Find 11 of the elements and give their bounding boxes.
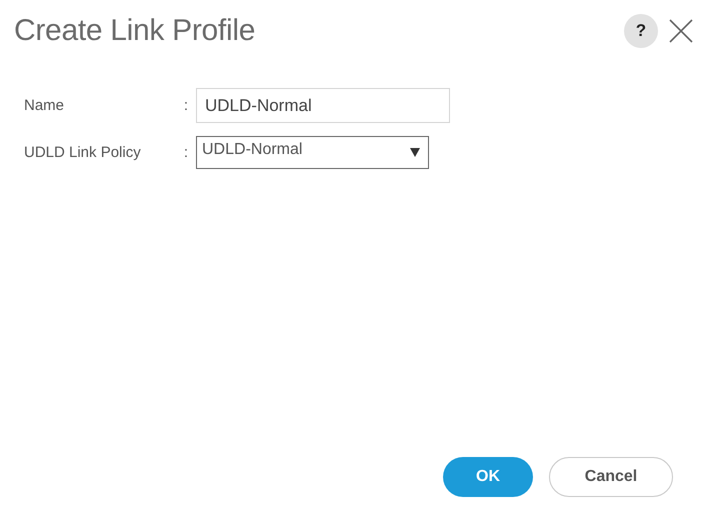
name-field[interactable]: UDLD-Normal <box>196 88 450 123</box>
policy-dropdown[interactable]: UDLD-Normal <box>196 136 429 169</box>
cancel-button[interactable]: Cancel <box>549 457 673 497</box>
help-button[interactable]: ? <box>624 14 658 48</box>
close-icon[interactable] <box>668 18 694 44</box>
field-label: Name <box>24 97 64 114</box>
caret-icon <box>410 148 420 157</box>
field-label: UDLD Link Policy <box>24 144 141 161</box>
dialog-title: Create Link Profile <box>14 14 256 48</box>
label-colon: : <box>184 97 188 114</box>
label-colon: : <box>184 144 188 161</box>
